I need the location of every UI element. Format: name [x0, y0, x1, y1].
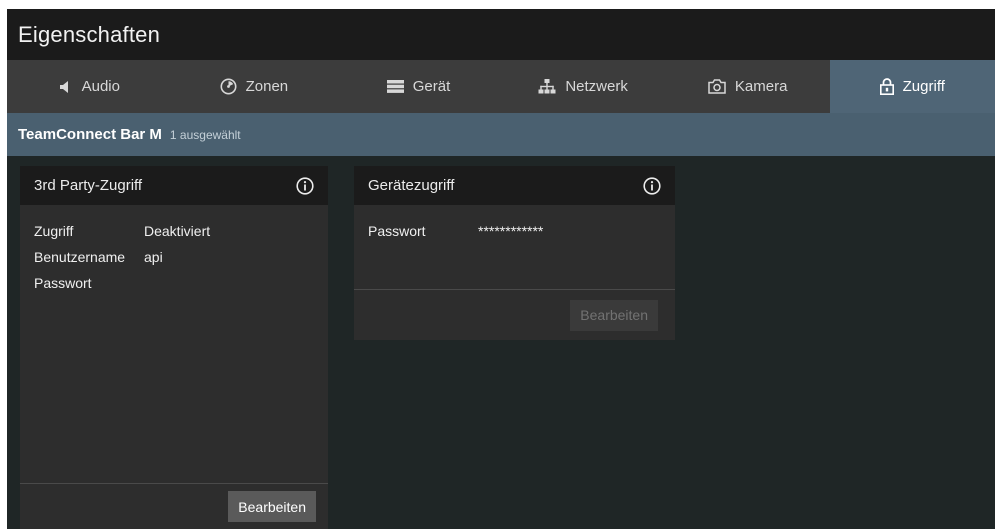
username-value: api [144, 248, 163, 265]
tab-kamera-label: Kamera [734, 78, 788, 95]
tab-netzwerk[interactable]: Netzwerk [501, 60, 666, 113]
card-title: Gerätezugriff [368, 177, 455, 194]
access-value: Deaktiviert [144, 222, 211, 239]
tab-zugriff-label: Zugriff [902, 78, 945, 95]
info-icon[interactable] [296, 176, 314, 195]
zones-icon [220, 78, 237, 95]
edit-button[interactable]: Bearbeiten [570, 299, 658, 331]
device-selection-bar: TeamConnect Bar M 1 ausgewählt [7, 113, 995, 156]
tab-audio[interactable]: Audio [7, 60, 172, 113]
card-title: 3rd Party-Zugriff [34, 177, 143, 194]
content-area: 3rd Party-Zugriff Zugriff Deaktiviert Be… [7, 156, 995, 529]
password-label: Passwort [34, 274, 92, 291]
card-footer: Bearbeiten [20, 483, 328, 529]
tab-netzwerk-label: Netzwerk [565, 78, 628, 95]
camera-icon [708, 79, 726, 94]
third-party-access-card: 3rd Party-Zugriff Zugriff Deaktiviert Be… [20, 166, 328, 529]
tab-bar: Audio Zonen Gerät Netzwerk Kamera Zugrif… [7, 60, 995, 113]
title-bar: Eigenschaften [7, 9, 995, 60]
lock-icon [879, 78, 894, 95]
tab-zugriff[interactable]: Zugriff [829, 60, 995, 113]
tab-geraet-label: Gerät [412, 78, 451, 95]
username-row: Benutzername api [20, 245, 328, 268]
card-body: Passwort ************ [354, 205, 675, 242]
info-icon[interactable] [643, 176, 661, 195]
tab-zonen[interactable]: Zonen [172, 60, 337, 113]
access-label: Zugriff [34, 222, 74, 239]
network-icon [538, 79, 556, 94]
card-body: Zugriff Deaktiviert Benutzername api Pas… [20, 205, 328, 294]
card-footer: Bearbeiten [354, 289, 675, 340]
access-row: Zugriff Deaktiviert [20, 219, 328, 242]
password-row: Passwort [20, 271, 328, 294]
tab-zonen-label: Zonen [245, 78, 289, 95]
device-icon [386, 80, 404, 93]
password-value: ************ [478, 222, 544, 239]
tab-audio-label: Audio [81, 78, 120, 95]
card-header: 3rd Party-Zugriff [20, 166, 328, 205]
password-row: Passwort ************ [354, 219, 675, 242]
edit-button[interactable]: Bearbeiten [228, 491, 316, 522]
tab-kamera[interactable]: Kamera [665, 60, 830, 113]
device-name: TeamConnect Bar M [18, 126, 162, 143]
properties-window: Eigenschaften Audio Zonen Gerät Netzwerk… [7, 9, 995, 529]
tab-geraet[interactable]: Gerät [336, 60, 501, 113]
card-header: Gerätezugriff [354, 166, 675, 205]
selection-count: 1 ausgewählt [169, 127, 241, 142]
password-label: Passwort [368, 222, 426, 239]
username-label: Benutzername [34, 248, 126, 265]
device-access-card: Gerätezugriff Passwort ************ Bear… [354, 166, 675, 340]
speaker-icon [59, 80, 73, 94]
window-title: Eigenschaften [18, 21, 161, 47]
